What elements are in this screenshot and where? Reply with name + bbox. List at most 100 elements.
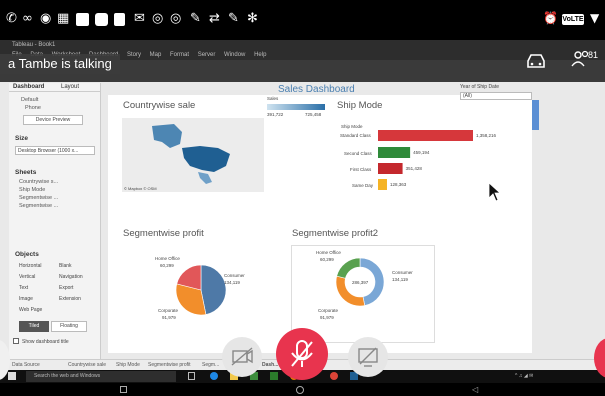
shipmode-bar[interactable]	[378, 130, 473, 141]
objects-label: Objects	[15, 251, 39, 258]
menu-window[interactable]: Window	[224, 52, 245, 58]
sheet-item[interactable]: Segmentwise ...	[19, 195, 58, 201]
edge-icon[interactable]	[210, 372, 218, 380]
donut-value-home-office: 60,299	[320, 257, 334, 262]
show-title-checkbox[interactable]	[13, 338, 19, 344]
phone-nav-bar: ◁	[0, 383, 605, 396]
segprofit-title: Segmentwise profit	[123, 228, 204, 239]
sheet-item[interactable]: Segmentwise ...	[19, 203, 58, 209]
tab-data-source[interactable]: Data Source	[12, 360, 40, 370]
screen-share-icon	[358, 347, 378, 367]
mic-off-icon	[291, 340, 313, 367]
car-icon[interactable]	[525, 52, 547, 70]
tab-ship-mode[interactable]: Ship Mode	[116, 360, 140, 370]
system-tray: ^ ♫ ◢ ✉	[515, 373, 534, 379]
object-blank[interactable]: Blank	[59, 263, 72, 269]
participants-icon[interactable]: 81	[570, 48, 600, 74]
shipmode-bar[interactable]	[378, 163, 403, 174]
show-title-label: Show dashboard title	[22, 339, 69, 345]
device-phone[interactable]: Phone	[25, 105, 41, 111]
segment-pie-chart[interactable]	[176, 265, 226, 315]
map-shapes	[152, 124, 230, 184]
tab-layout[interactable]: Layout	[61, 84, 79, 90]
device-preview-button[interactable]: Device Preview	[23, 115, 83, 125]
file-icon	[114, 13, 125, 26]
window-title: Tableau - Book1	[0, 40, 605, 50]
dashboard-left-panel: Dashboard Layout Default Phone Device Pr…	[9, 83, 101, 359]
shipmode-category: First Class	[350, 167, 372, 172]
panel-tabs: Dashboard Layout	[9, 83, 101, 92]
youtube-icon	[95, 13, 108, 26]
menu-story[interactable]: Story	[127, 52, 141, 58]
shipmode-bar[interactable]	[378, 147, 411, 158]
sheet-item[interactable]: Ship Mode	[19, 187, 45, 193]
object-navigation[interactable]: Navigation	[59, 274, 83, 280]
tiled-button[interactable]: Tiled	[19, 321, 49, 332]
menu-format[interactable]: Format	[170, 52, 189, 58]
object-export[interactable]: Export	[59, 285, 73, 291]
object-image[interactable]: Image	[19, 296, 33, 302]
donut-label-corporate: Corporate	[318, 308, 339, 313]
tab-dashboard[interactable]: Dashboard	[13, 84, 44, 90]
sales-legend-gradient	[267, 104, 325, 110]
instagram-icon-2: ◎	[170, 11, 182, 26]
messenger-icon: ◉	[40, 11, 52, 26]
tableau-window: Tableau - Book1 File Data Worksheet Dash…	[0, 40, 605, 383]
shipmode-field-label: Ship Mode	[341, 124, 363, 129]
shipmode-category: Standard Class	[340, 133, 371, 138]
pie-value-consumer: 134,119	[224, 280, 240, 285]
sheet-item[interactable]: Countrywise s...	[19, 179, 58, 185]
video-off-button[interactable]	[222, 337, 262, 377]
participants-count: 81	[588, 50, 599, 60]
year-filter-select[interactable]: (All)	[460, 92, 532, 100]
notification-icon	[76, 13, 89, 26]
pie-value-home-office: 60,299	[160, 263, 174, 268]
tab-segmentwise-profit[interactable]: Segmentwise profit	[148, 360, 191, 370]
donut-label-home-office: Home Office	[316, 250, 341, 255]
mute-button[interactable]	[276, 328, 328, 380]
country-map[interactable]	[122, 118, 264, 192]
device-default[interactable]: Default	[21, 97, 38, 103]
donut-slice-home-office[interactable]	[336, 258, 361, 279]
object-web-page[interactable]: Web Page	[19, 307, 42, 313]
donut-value-consumer: 134,119	[392, 277, 408, 282]
sales-legend-label: Sales	[267, 96, 279, 101]
task-view-icon[interactable]	[188, 372, 195, 380]
settings-icon: ✻	[247, 11, 258, 26]
mexico-region	[198, 172, 212, 184]
menu-server[interactable]: Server	[198, 52, 216, 58]
video-off-icon	[231, 347, 253, 366]
back-icon[interactable]: ◁	[472, 385, 478, 394]
size-select[interactable]: Desktop Browser (1000 x...	[15, 146, 95, 155]
donut-value-corporate: 91,979	[320, 315, 334, 320]
chrome-icon[interactable]	[330, 372, 338, 380]
pie-label-corporate: Corporate	[158, 308, 179, 313]
tab-countrywise-sale[interactable]: Countrywise sale	[68, 360, 106, 370]
taskbar-search[interactable]: Search the web and Windows	[26, 371, 176, 382]
menu-help[interactable]: Help	[254, 52, 266, 58]
object-horizontal[interactable]: Horizontal	[19, 263, 42, 269]
speaker-banner: a Tambe is talking	[0, 54, 120, 74]
menu-map[interactable]: Map	[150, 52, 162, 58]
dashboard-title: Sales Dashboard	[278, 84, 355, 95]
size-label: Size	[15, 135, 29, 142]
shared-screen: Tableau - Book1 File Data Worksheet Dash…	[0, 40, 605, 383]
floating-button[interactable]: Floating	[51, 321, 87, 332]
segprofit2-title: Segmentwise profit2	[292, 228, 379, 239]
windows-start-icon[interactable]	[8, 372, 16, 380]
recents-icon[interactable]	[120, 386, 127, 393]
selection-handle[interactable]	[532, 100, 539, 130]
edit-icon-2: ✎	[228, 11, 239, 26]
object-extension[interactable]: Extension	[59, 296, 81, 302]
object-text[interactable]: Text	[19, 285, 28, 291]
map-credit: © Mapbox © OSM	[124, 186, 157, 191]
shipmode-title: Ship Mode	[337, 100, 383, 111]
wifi-icon: ▼	[590, 11, 600, 25]
sheets-label: Sheets	[15, 169, 37, 176]
home-icon[interactable]	[296, 386, 304, 394]
screen-share-button[interactable]	[348, 337, 388, 377]
alarm-icon: ⏰	[543, 11, 558, 25]
shipmode-bar[interactable]	[378, 179, 387, 190]
object-vertical[interactable]: Vertical	[19, 274, 35, 280]
tab-segm[interactable]: Segm...	[202, 360, 219, 370]
